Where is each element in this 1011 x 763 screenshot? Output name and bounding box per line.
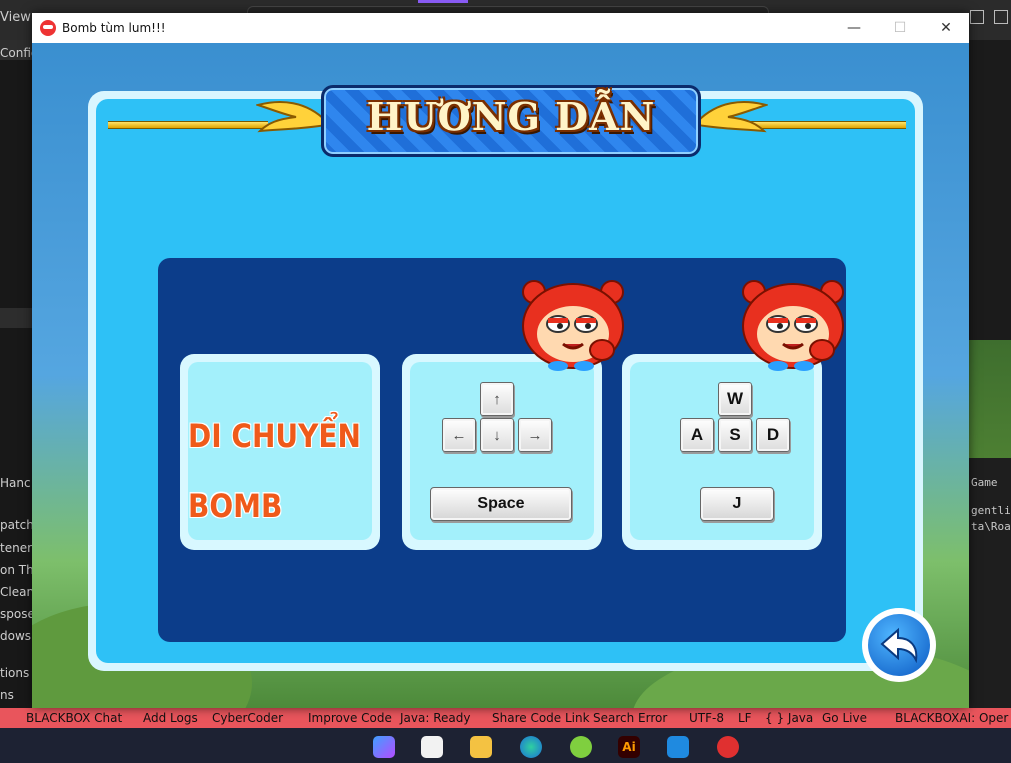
player2-mascot-icon — [742, 280, 844, 371]
player2-controls-card: W A S D J — [622, 354, 822, 550]
left-fragment: patch — [0, 518, 34, 532]
window-title: Bomb tùm lum!!! — [62, 21, 166, 35]
status-language[interactable]: { } Java — [765, 711, 813, 725]
gold-rule-left — [108, 121, 268, 129]
controls-board: DI CHUYỂN BOMB ↑ ← ↓ → Space W A S D J — [158, 258, 846, 642]
player1-mascot-icon — [522, 280, 624, 371]
status-java-ready[interactable]: Java: Ready — [400, 711, 470, 725]
store-icon[interactable] — [421, 736, 443, 758]
left-fragment: on Thr — [0, 563, 34, 577]
back-button-face — [868, 614, 930, 676]
instructions-panel-inner: HƯƠNG DẪN DI CHUYỂN BOMB ↑ ← ↓ → Space W… — [96, 85, 915, 663]
key-a: A — [680, 418, 714, 452]
left-fragment: ns — [0, 688, 14, 702]
status-encoding[interactable]: UTF-8 — [689, 711, 724, 725]
bomb-label: BOMB — [188, 487, 283, 525]
copilot-icon[interactable] — [373, 736, 395, 758]
left-fragment: tener] — [0, 541, 34, 555]
key-s: S — [718, 418, 752, 452]
ide-left-panel: Config Hanc patch tener] on Thr Clean sp… — [0, 40, 34, 708]
left-fragment: spose — [0, 607, 34, 621]
player1-controls-card: ↑ ← ↓ → Space — [402, 354, 602, 550]
wing-right-icon — [697, 101, 768, 133]
maximize-button[interactable]: ☐ — [877, 13, 923, 43]
game-window: Bomb tùm lum!!! — ☐ ✕ HƯƠNG DẪN DI CHUYỂ… — [32, 13, 969, 708]
left-fragment: tions — [0, 666, 30, 680]
vscode-icon[interactable] — [667, 736, 689, 758]
key-right: → — [518, 418, 552, 452]
window-titlebar[interactable]: Bomb tùm lum!!! — ☐ ✕ — [32, 13, 969, 43]
terminal-line: ta\Roam — [971, 520, 1011, 533]
status-cybercoder[interactable]: CyberCoder — [212, 711, 283, 725]
player1-card-inner: ↑ ← ↓ → Space — [410, 362, 594, 540]
ide-statusbar: BLACKBOX Chat Add Logs CyberCoder Improv… — [0, 708, 1011, 728]
status-add-logs[interactable]: Add Logs — [143, 711, 198, 725]
left-fragment: Clean — [0, 585, 34, 599]
terminal-panel: Game gentlil ta\Roam — [969, 458, 1011, 708]
status-go-live[interactable]: Go Live — [822, 711, 867, 725]
key-down: ↓ — [480, 418, 514, 452]
ide-right-panel: Game gentlil ta\Roam — [969, 40, 1011, 708]
terminal-tab[interactable]: Game — [971, 476, 998, 489]
title-banner: HƯƠNG DẪN — [321, 85, 701, 157]
left-fragment: dows1 — [0, 629, 34, 643]
status-line-ending[interactable]: LF — [738, 711, 752, 725]
terminal-line: gentlil — [971, 504, 1011, 517]
bomb-app-icon — [40, 20, 56, 36]
minimize-button[interactable]: — — [831, 13, 877, 43]
back-arrow-icon — [880, 627, 918, 664]
key-w: W — [718, 382, 752, 416]
app-icon[interactable] — [570, 736, 592, 758]
close-button[interactable]: ✕ — [923, 13, 969, 43]
game-viewport: HƯƠNG DẪN DI CHUYỂN BOMB ↑ ← ↓ → Space W… — [32, 43, 969, 708]
menu-view[interactable]: View — [0, 10, 31, 25]
status-improve-code[interactable]: Improve Code — [308, 711, 392, 725]
move-label: DI CHUYỂN — [188, 417, 361, 455]
key-d: D — [756, 418, 790, 452]
left-fragment: Config — [0, 46, 34, 60]
layout-icon[interactable] — [970, 10, 984, 24]
bomb-game-taskbar-icon[interactable] — [717, 736, 739, 758]
key-space: Space — [430, 487, 572, 521]
instructions-panel: HƯƠNG DẪN DI CHUYỂN BOMB ↑ ← ↓ → Space W… — [88, 85, 923, 671]
wing-left-icon — [256, 101, 327, 133]
edge-icon[interactable] — [520, 736, 542, 758]
status-blackboxai[interactable]: BLACKBOXAI: Oper — [895, 711, 1008, 725]
panel-icon[interactable] — [994, 10, 1008, 24]
file-explorer-icon[interactable] — [470, 736, 492, 758]
key-j: J — [700, 487, 774, 521]
active-tab-accent — [418, 0, 468, 3]
os-taskbar: Ai — [0, 728, 1011, 763]
labels-card: DI CHUYỂN BOMB — [180, 354, 380, 550]
key-left: ← — [442, 418, 476, 452]
status-share-code-link[interactable]: Share Code Link — [492, 711, 590, 725]
back-button[interactable] — [862, 608, 936, 682]
player2-card-inner: W A S D J — [630, 362, 814, 540]
page-title: HƯƠNG DẪN — [366, 94, 656, 139]
key-up: ↑ — [480, 382, 514, 416]
status-blackbox-chat[interactable]: BLACKBOX Chat — [26, 711, 122, 725]
labels-card-inner: DI CHUYỂN BOMB — [188, 362, 372, 540]
illustrator-icon[interactable]: Ai — [618, 736, 640, 758]
left-fragment: Hanc — [0, 476, 31, 490]
status-search-error[interactable]: Search Error — [593, 711, 667, 725]
